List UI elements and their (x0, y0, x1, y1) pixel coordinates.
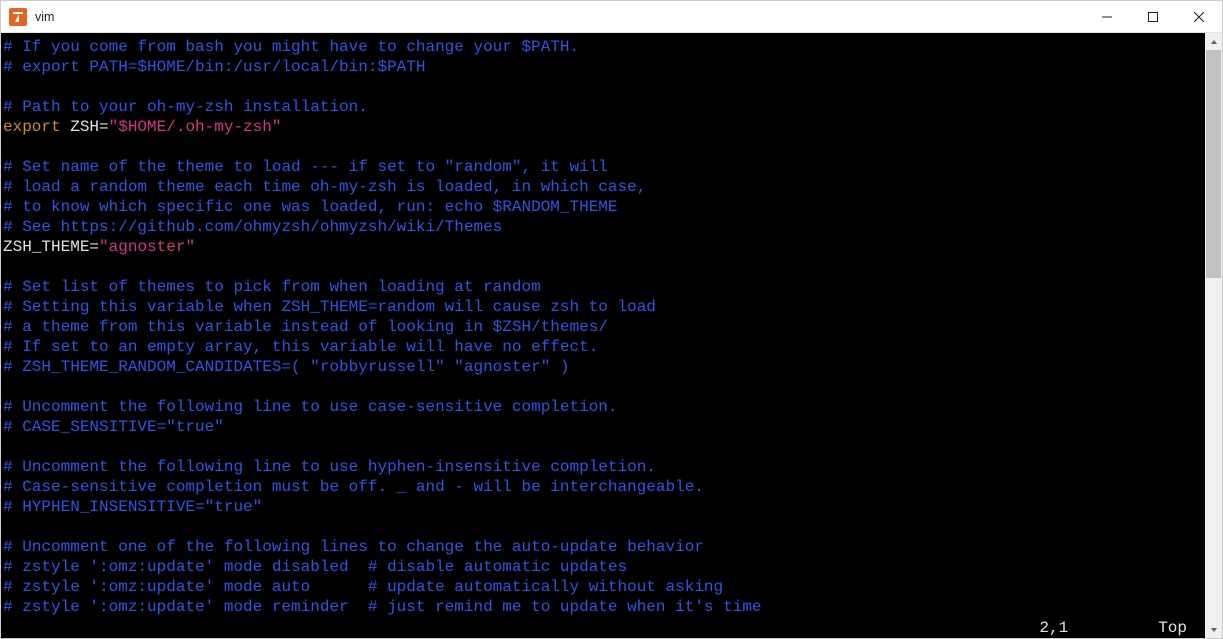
code-segment: # Uncomment the following line to use ca… (3, 398, 618, 416)
client-area: # If you come from bash you might have t… (1, 33, 1222, 638)
code-segment: # a theme from this variable instead of … (3, 318, 608, 336)
editor-line (3, 257, 1203, 277)
window-title: vim (35, 10, 54, 24)
editor-line: # ZSH_THEME_RANDOM_CANDIDATES=( "robbyru… (3, 357, 1203, 377)
code-segment: = (99, 118, 109, 136)
code-segment: # Set name of the theme to load --- if s… (3, 158, 608, 176)
editor-line: ZSH_THEME="agnoster" (3, 237, 1203, 257)
editor-line: # Set list of themes to pick from when l… (3, 277, 1203, 297)
editor-line (3, 437, 1203, 457)
editor-line (3, 77, 1203, 97)
scroll-indicator: Top (1158, 619, 1187, 637)
code-segment: # Setting this variable when ZSH_THEME=r… (3, 298, 656, 316)
code-segment: # If you come from bash you might have t… (3, 38, 579, 56)
code-segment: # Path to your oh-my-zsh installation. (3, 98, 368, 116)
minimize-button[interactable] (1084, 1, 1130, 33)
chevron-up-icon (1210, 38, 1218, 46)
scroll-down-button[interactable] (1205, 621, 1222, 638)
vim-app-icon (9, 8, 27, 26)
editor-line: # Uncomment the following line to use ca… (3, 397, 1203, 417)
titlebar[interactable]: vim (1, 1, 1222, 33)
code-segment: # Uncomment the following line to use hy… (3, 458, 656, 476)
editor-line: # to know which specific one was loaded,… (3, 197, 1203, 217)
editor-line: # Path to your oh-my-zsh installation. (3, 97, 1203, 117)
code-segment: ZSH (61, 118, 99, 136)
editor-line: # zstyle ':omz:update' mode auto # updat… (3, 577, 1203, 597)
minimize-icon (1102, 12, 1112, 22)
code-segment: # zstyle ':omz:update' mode auto # updat… (3, 578, 723, 596)
vim-status-line: 2,1 Top (1, 618, 1205, 638)
editor-line: # a theme from this variable instead of … (3, 317, 1203, 337)
code-segment: "agnoster" (99, 238, 195, 256)
close-icon (1194, 12, 1204, 22)
editor-line: # See https://github.com/ohmyzsh/ohmyzsh… (3, 217, 1203, 237)
code-segment: # See https://github.com/ohmyzsh/ohmyzsh… (3, 218, 502, 236)
scrollbar-track[interactable] (1205, 50, 1222, 621)
maximize-button[interactable] (1130, 1, 1176, 33)
code-segment: # zstyle ':omz:update' mode disabled # d… (3, 558, 627, 576)
editor-line: # load a random theme each time oh-my-zs… (3, 177, 1203, 197)
scroll-up-button[interactable] (1205, 33, 1222, 50)
editor-line: # Uncomment the following line to use hy… (3, 457, 1203, 477)
editor-viewport[interactable]: # If you come from bash you might have t… (1, 33, 1205, 638)
editor-line: # HYPHEN_INSENSITIVE="true" (3, 497, 1203, 517)
code-segment: "$HOME/.oh-my-zsh" (109, 118, 282, 136)
code-segment: # Set list of themes to pick from when l… (3, 278, 541, 296)
editor-line: # zstyle ':omz:update' mode disabled # d… (3, 557, 1203, 577)
chevron-down-icon (1210, 626, 1218, 634)
code-segment: # If set to an empty array, this variabl… (3, 338, 598, 356)
code-segment: # Case-sensitive completion must be off.… (3, 478, 704, 496)
editor-line: # Setting this variable when ZSH_THEME=r… (3, 297, 1203, 317)
vertical-scrollbar[interactable] (1205, 33, 1222, 638)
code-segment: # CASE_SENSITIVE="true" (3, 418, 224, 436)
code-segment: ZSH_THEME (3, 238, 89, 256)
editor-line: # Set name of the theme to load --- if s… (3, 157, 1203, 177)
editor-line: # Uncomment one of the following lines t… (3, 537, 1203, 557)
code-segment: # load a random theme each time oh-my-zs… (3, 178, 646, 196)
editor-line (3, 517, 1203, 537)
editor-line: # Case-sensitive completion must be off.… (3, 477, 1203, 497)
editor-line (3, 137, 1203, 157)
code-segment: export (3, 118, 61, 136)
app-window: vim # If you come from bash you might ha… (0, 0, 1223, 639)
close-button[interactable] (1176, 1, 1222, 33)
code-segment: # zstyle ':omz:update' mode reminder # j… (3, 598, 762, 616)
editor-line: # export PATH=$HOME/bin:/usr/local/bin:$… (3, 57, 1203, 77)
maximize-icon (1148, 12, 1158, 22)
editor-line: # CASE_SENSITIVE="true" (3, 417, 1203, 437)
code-segment: # ZSH_THEME_RANDOM_CANDIDATES=( "robbyru… (3, 358, 570, 376)
cursor-position: 2,1 (1039, 619, 1068, 637)
editor-line: export ZSH="$HOME/.oh-my-zsh" (3, 117, 1203, 137)
editor-line: # If you come from bash you might have t… (3, 37, 1203, 57)
code-segment: # Uncomment one of the following lines t… (3, 538, 704, 556)
editor-line: # zstyle ':omz:update' mode reminder # j… (3, 597, 1203, 617)
scrollbar-thumb[interactable] (1206, 50, 1221, 278)
code-segment: = (89, 238, 99, 256)
code-segment: # to know which specific one was loaded,… (3, 198, 618, 216)
editor-line (3, 377, 1203, 397)
editor-line: # If set to an empty array, this variabl… (3, 337, 1203, 357)
code-segment: # HYPHEN_INSENSITIVE="true" (3, 498, 262, 516)
code-segment: # export PATH=$HOME/bin:/usr/local/bin:$… (3, 58, 425, 76)
